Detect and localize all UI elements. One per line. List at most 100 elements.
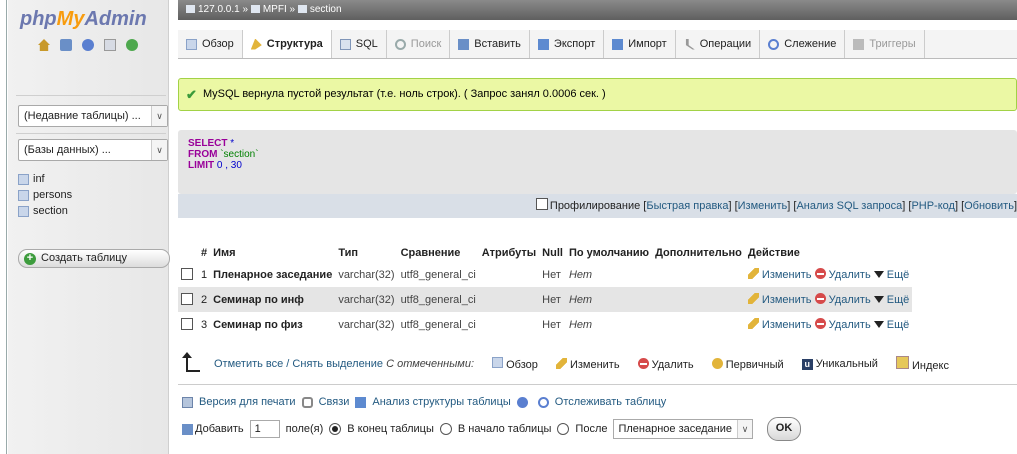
check-all-link[interactable]: Отметить все / Снять выделение: [214, 358, 383, 370]
sidebar-item-section[interactable]: section: [18, 203, 72, 219]
create-table-button[interactable]: + Создать таблицу: [18, 249, 170, 268]
more-button[interactable]: Ещё: [873, 269, 909, 281]
structure-table: # Имя Тип Сравнение Атрибуты Null По умо…: [178, 244, 913, 337]
after-radio[interactable]: [557, 423, 570, 435]
inline-edit-link[interactable]: Быстрая правка: [646, 200, 728, 212]
at-beginning-radio[interactable]: [439, 423, 452, 435]
reload-icon[interactable]: [126, 39, 138, 51]
sidebar-divider: [16, 95, 166, 96]
triangle-down-icon: [873, 271, 884, 278]
tab-triggers[interactable]: Триггеры: [845, 30, 925, 58]
row-actions: Изменить Удалить Ещё: [744, 262, 913, 287]
explain-sql-link[interactable]: Анализ SQL запроса: [796, 200, 902, 212]
table-icon: [18, 189, 29, 201]
column-header-default: По умолчанию: [568, 247, 650, 259]
checkmark-icon: ✔: [186, 87, 197, 102]
tab-search[interactable]: Поиск: [387, 30, 451, 58]
pencil-icon: [747, 293, 759, 304]
bulk-browse-button[interactable]: Обзор: [492, 357, 538, 371]
with-selected-label: С отмеченными:: [386, 358, 475, 370]
delete-button[interactable]: Удалить: [814, 318, 871, 331]
row-checkbox[interactable]: [181, 317, 193, 330]
key-icon: [711, 357, 723, 369]
delete-button[interactable]: Удалить: [814, 293, 871, 306]
row-checkbox[interactable]: [181, 292, 193, 305]
import-icon: [612, 38, 624, 50]
tab-structure[interactable]: Структура: [242, 30, 332, 58]
tab-bar: Обзор Структура SQL Поиск Вставить Экспо…: [178, 30, 1017, 59]
column-header-name[interactable]: Имя: [210, 244, 335, 262]
add-fields-form: Добавить 1 поле(я) В конец таблицы В нач…: [182, 417, 802, 441]
bulk-delete-button[interactable]: Удалить: [637, 357, 694, 371]
query-links-bar: Профилирование [Быстрая правка] [Изменит…: [178, 194, 1017, 218]
home-icon[interactable]: [38, 39, 50, 51]
documentation-icon[interactable]: [104, 39, 116, 51]
ok-button[interactable]: OK: [767, 417, 802, 441]
table-icon: [18, 173, 29, 185]
breadcrumb-database[interactable]: MPFI: [263, 4, 287, 15]
add-column-icon: [182, 423, 193, 435]
bulk-primary-button[interactable]: Первичный: [711, 357, 784, 371]
logout-icon[interactable]: [60, 39, 72, 51]
row-checkbox[interactable]: [181, 267, 193, 280]
tab-sql[interactable]: SQL: [332, 30, 387, 58]
field-name: Пленарное заседание: [210, 262, 336, 287]
index-icon: [895, 356, 909, 369]
tab-insert[interactable]: Вставить: [450, 30, 530, 58]
analyze-structure-link[interactable]: Анализ структуры таблицы: [372, 396, 510, 408]
unique-icon: u: [801, 359, 813, 370]
bulk-edit-button[interactable]: Изменить: [555, 357, 620, 371]
tab-tracking[interactable]: Слежение: [760, 30, 846, 58]
frame-divider: [6, 0, 7, 454]
column-header-null: Null: [542, 247, 563, 259]
sql-query[interactable]: SELECT * FROM `section` LIMIT 0 , 30: [188, 138, 259, 171]
field-count-input[interactable]: 1: [249, 420, 280, 438]
delete-icon: [814, 268, 826, 279]
track-table-link[interactable]: Отслеживать таблицу: [555, 396, 667, 408]
edit-query-link[interactable]: Изменить: [738, 200, 788, 212]
edit-button[interactable]: Изменить: [747, 268, 812, 281]
relations-icon: [301, 396, 313, 408]
sql-icon: [339, 38, 351, 50]
export-icon: [537, 38, 549, 50]
more-button[interactable]: Ещё: [873, 319, 909, 331]
delete-button[interactable]: Удалить: [814, 268, 871, 281]
edit-button[interactable]: Изменить: [747, 318, 812, 331]
phpmyadmin-logo[interactable]: phpMyAdmin: [20, 8, 147, 31]
help-icon[interactable]: [516, 396, 528, 408]
print-view-link[interactable]: Версия для печати: [199, 396, 296, 408]
breadcrumb: 127.0.0.1 » MPFI » section: [178, 0, 1017, 20]
profiling-checkbox[interactable]: [535, 198, 548, 210]
edit-button[interactable]: Изменить: [747, 293, 812, 306]
success-message: ✔ MySQL вернула пустой результат (т.е. н…: [178, 78, 1017, 111]
at-end-radio[interactable]: [329, 423, 342, 435]
bulk-actions: Отметить все / Снять выделение С отмечен…: [182, 352, 949, 372]
php-code-link[interactable]: PHP-код: [911, 200, 955, 212]
sql-query-box: SELECT * FROM `section` LIMIT 0 , 30: [178, 130, 1017, 194]
eye-icon: [768, 38, 780, 50]
recent-tables-select[interactable]: (Недавние таблицы) ... ∨: [18, 105, 168, 127]
arrow-up-icon: [182, 352, 200, 372]
sidebar-item-inf[interactable]: inf: [18, 171, 72, 187]
table-header: # Имя Тип Сравнение Атрибуты Null По умо…: [178, 244, 912, 262]
breadcrumb-table[interactable]: section: [310, 4, 342, 15]
more-button[interactable]: Ещё: [873, 294, 909, 306]
sidebar-item-persons[interactable]: persons: [18, 187, 72, 203]
sidebar-divider: [16, 133, 166, 134]
tab-operations[interactable]: Операции: [676, 30, 761, 58]
after-field-select[interactable]: Пленарное заседание ∨: [613, 419, 754, 439]
help-icon[interactable]: [82, 39, 94, 51]
databases-select[interactable]: (Базы данных) ... ∨: [18, 139, 168, 161]
tab-export[interactable]: Экспорт: [530, 30, 605, 58]
table-row: 2 Семинар по инф varchar(32) utf8_genera…: [178, 287, 913, 312]
relations-link[interactable]: Связи: [319, 396, 350, 408]
bulk-unique-button[interactable]: u Уникальный: [801, 358, 878, 370]
breadcrumb-server[interactable]: 127.0.0.1: [198, 4, 240, 15]
search-icon: [394, 38, 406, 50]
insert-icon: [458, 38, 470, 50]
field-name: Семинар по физ: [210, 312, 336, 337]
tab-browse[interactable]: Обзор: [178, 30, 243, 58]
refresh-link[interactable]: Обновить: [964, 200, 1014, 212]
tab-import[interactable]: Импорт: [604, 30, 676, 58]
bulk-index-button[interactable]: Индекс: [895, 356, 949, 372]
